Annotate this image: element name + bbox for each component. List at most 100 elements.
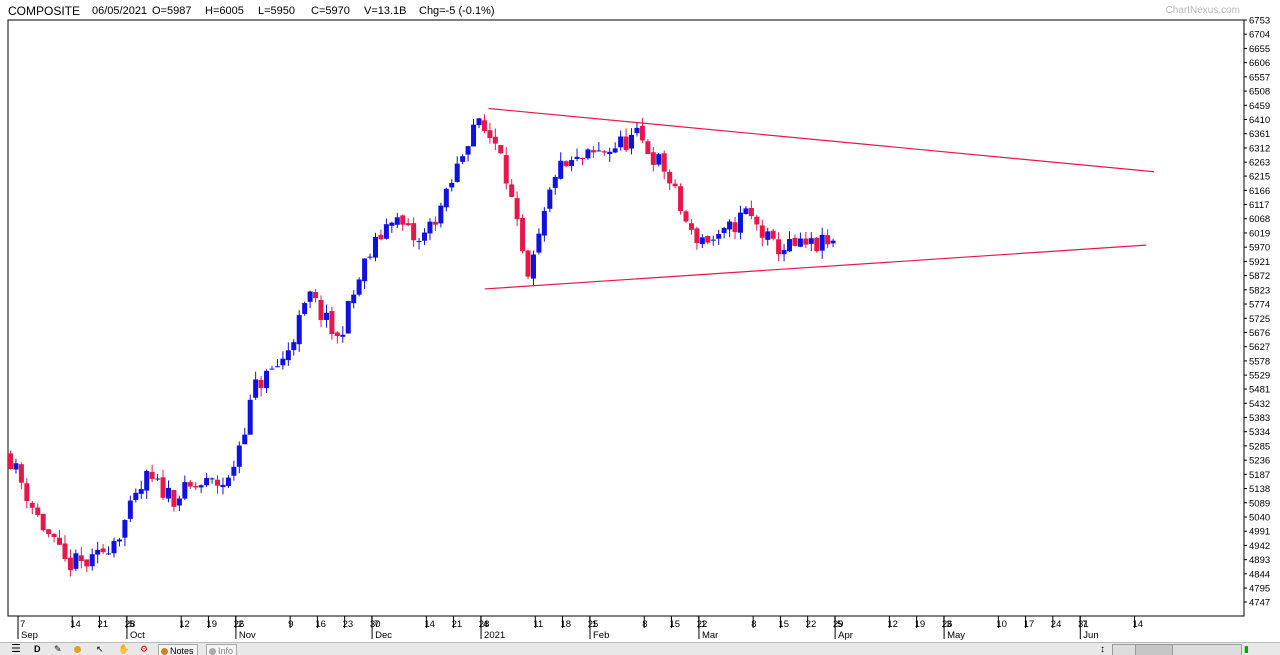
candle-body — [514, 198, 520, 220]
candle-body — [209, 478, 215, 480]
candle-body — [171, 490, 177, 507]
y-tick-label: 6215 — [1249, 172, 1270, 183]
x-tick-label: 14 — [424, 619, 435, 630]
candle-body — [78, 555, 84, 562]
candle-body — [8, 453, 13, 470]
candle-body — [623, 136, 629, 151]
candle-body — [580, 157, 585, 159]
candle-body — [165, 487, 171, 499]
candle-body — [345, 300, 351, 334]
candle-body — [155, 478, 161, 480]
candle-body — [242, 434, 248, 445]
x-tick-label: 22 — [806, 619, 817, 630]
x-tick-label: 14 — [1133, 619, 1144, 630]
candle-body — [443, 188, 449, 208]
candle-body — [432, 221, 438, 225]
candle-body — [405, 223, 411, 226]
candle-body — [394, 217, 400, 225]
plot-area[interactable] — [7, 19, 1245, 617]
candle-body — [62, 543, 68, 559]
candle-body — [552, 176, 558, 188]
scroll-end-icon[interactable]: ▮ — [1244, 643, 1249, 655]
candle-body — [481, 120, 487, 131]
y-tick-label: 5725 — [1249, 314, 1270, 325]
y-tick-label: 5432 — [1249, 399, 1270, 410]
y-tick-label: 5676 — [1249, 328, 1270, 339]
x-tick-label: 7 — [20, 619, 25, 630]
x-tick-label: 21 — [97, 619, 108, 630]
notes-tab[interactable]: Notes — [158, 644, 198, 655]
x-month-label: Jun — [1083, 630, 1098, 641]
x-tick-label: 19 — [915, 619, 926, 630]
y-tick-label: 6655 — [1249, 44, 1270, 55]
candle-body — [138, 489, 144, 494]
candle-body — [280, 358, 286, 366]
period-button[interactable]: D — [34, 643, 41, 655]
candle-body — [400, 215, 406, 225]
candle-body — [520, 217, 526, 252]
hand-icon[interactable]: ✋ — [118, 643, 129, 655]
expand-icon[interactable]: ↕ — [1100, 643, 1105, 655]
candle-body — [176, 498, 182, 506]
x-tick-label: 11 — [533, 619, 543, 630]
candle-body — [460, 156, 466, 162]
candle-body — [530, 254, 536, 279]
x-month-label: Sep — [21, 630, 38, 641]
candle-body — [296, 315, 302, 345]
x-month-label: 2021 — [484, 630, 505, 641]
y-tick-label: 5383 — [1249, 413, 1270, 424]
x-tick-label: 15 — [778, 619, 789, 630]
y-tick-label: 5921 — [1249, 257, 1270, 268]
x-tick-label: 12 — [179, 619, 190, 630]
candle-body — [754, 216, 760, 225]
cursor-icon[interactable]: ↖ — [96, 643, 104, 655]
candle-body — [781, 250, 787, 255]
candle-body — [133, 492, 139, 500]
candle-body — [73, 553, 79, 569]
candle-body — [705, 235, 711, 243]
candle-body — [661, 153, 667, 172]
candle-body — [607, 151, 613, 155]
settings-icon[interactable]: ⚙ — [140, 643, 148, 655]
x-tick-label: 21 — [452, 619, 463, 630]
candle-body — [618, 136, 624, 148]
candle-body — [476, 118, 482, 126]
candle-body — [57, 537, 63, 545]
candle-body — [596, 150, 602, 152]
info-tab[interactable]: Info — [206, 644, 238, 655]
x-tick-label: 16 — [315, 619, 326, 630]
color-wheel-icon[interactable] — [74, 643, 83, 655]
candle-body — [727, 221, 733, 230]
candle-body — [253, 379, 259, 398]
candle-body — [187, 482, 193, 487]
candle-body — [688, 223, 694, 230]
y-tick-label: 6166 — [1249, 186, 1270, 197]
candle-body — [291, 342, 297, 351]
price-chart[interactable]: 4747479548444893494249915040508951385187… — [0, 0, 1280, 642]
candle-body — [683, 211, 689, 222]
candle-body — [372, 236, 378, 258]
candle-body — [656, 154, 662, 165]
x-month-label: Apr — [838, 630, 853, 641]
y-tick-label: 4991 — [1249, 527, 1270, 538]
candle-body — [285, 350, 291, 361]
candle-body — [498, 145, 504, 154]
candle-body — [454, 163, 460, 182]
x-tick-label: 7 — [374, 619, 379, 630]
candle-body — [471, 124, 477, 147]
chart-scrollbar[interactable] — [1112, 644, 1242, 655]
candle-body — [67, 557, 73, 571]
candle-body — [574, 156, 580, 159]
candle-body — [569, 160, 575, 166]
y-tick-label: 5236 — [1249, 456, 1270, 467]
hamburger-icon[interactable]: ☰ — [11, 643, 21, 655]
y-tick-label: 4893 — [1249, 555, 1270, 566]
candle-body — [236, 445, 242, 467]
candle-body — [51, 533, 57, 537]
pencil-icon[interactable]: ✎ — [54, 643, 62, 655]
candle-body — [814, 237, 820, 252]
candle-body — [509, 184, 515, 197]
candle-body — [830, 240, 836, 244]
candle-body — [367, 256, 373, 258]
candle-body — [269, 368, 275, 370]
